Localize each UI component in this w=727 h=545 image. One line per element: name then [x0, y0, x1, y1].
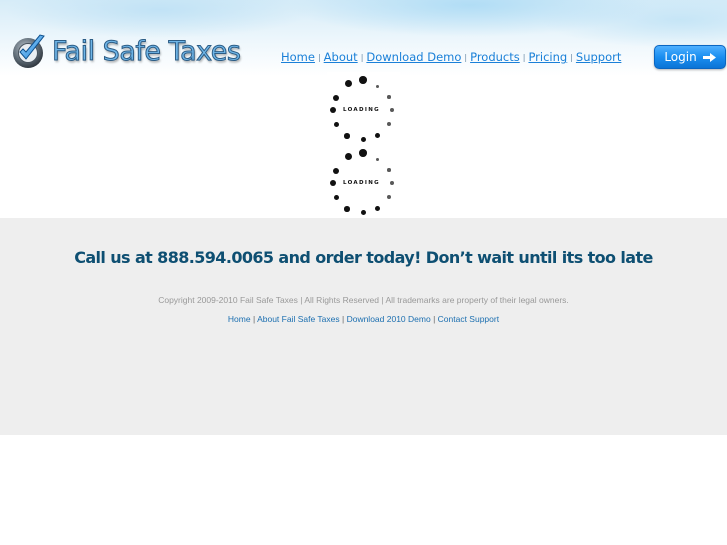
spinner-dot	[387, 195, 391, 199]
nav-products[interactable]: Products	[470, 50, 520, 64]
spinner-dot	[375, 84, 379, 88]
loading-label: LOADING	[343, 180, 380, 186]
spinner-dot	[374, 205, 380, 211]
copyright-text: Copyright 2009-2010 Fail Safe Taxes | Al…	[158, 295, 569, 305]
spinner-dot	[330, 107, 336, 113]
spinner-dot	[360, 209, 366, 215]
footer-link-home[interactable]: Home	[228, 314, 251, 324]
spinner-dot	[375, 157, 379, 161]
footer-link-about[interactable]: About Fail Safe Taxes	[257, 314, 340, 324]
loading-label: LOADING	[343, 107, 380, 113]
spinner-dot	[333, 168, 339, 174]
spinner-dot	[333, 194, 339, 200]
spinner-dot	[359, 76, 367, 84]
nav-about[interactable]: About	[324, 50, 358, 64]
nav-separator: |	[360, 53, 364, 62]
spinner-dot	[360, 136, 366, 142]
spinner-dot	[359, 149, 367, 157]
site-logo[interactable]: Fail Safe Taxes	[10, 30, 241, 72]
call-to-action: Call us at 888.594.0065 and order today!…	[74, 248, 653, 267]
spinner-dot	[344, 152, 352, 160]
spinner-dot	[387, 168, 391, 172]
spinner-dot	[387, 122, 391, 126]
spinner-dot	[390, 108, 394, 112]
nav-separator: |	[317, 53, 321, 62]
footer-separator: |	[433, 314, 436, 324]
loading-area: LOADING LOADING	[327, 72, 400, 218]
nav-separator: |	[522, 53, 526, 62]
footer-links: Home | About Fail Safe Taxes | Download …	[0, 314, 727, 324]
arrow-right-icon	[702, 52, 716, 62]
spinner-dot	[333, 95, 339, 101]
spinner-dot	[344, 79, 352, 87]
login-button[interactable]: Login	[654, 45, 726, 69]
nav-home[interactable]: Home	[281, 50, 315, 64]
main-nav: Home | About | Download Demo | Products | Pricin…	[281, 50, 621, 64]
site-footer: Call us at 888.594.0065 and order today!…	[0, 218, 727, 435]
spinner-dot	[344, 133, 350, 139]
nav-support[interactable]: Support	[576, 50, 621, 64]
nav-separator: |	[464, 53, 468, 62]
loading-spinner: LOADING	[327, 145, 400, 218]
checkmark-badge-icon	[13, 34, 45, 68]
site-header: Fail Safe Taxes Home | About | Download Demo…	[0, 0, 727, 76]
nav-pricing[interactable]: Pricing	[528, 50, 567, 64]
spinner-dot	[333, 121, 339, 127]
footer-separator: |	[341, 314, 345, 324]
spinner-dot	[390, 181, 394, 185]
spinner-dot	[344, 206, 350, 212]
loading-spinner: LOADING	[327, 72, 400, 145]
nav-download-demo[interactable]: Download Demo	[366, 50, 461, 64]
footer-separator: |	[252, 314, 256, 324]
nav-separator: |	[570, 53, 573, 62]
footer-link-contact-support[interactable]: Contact Support	[438, 314, 499, 324]
spinner-dot	[330, 180, 336, 186]
login-label: Login	[664, 50, 697, 64]
spinner-dot	[374, 132, 380, 138]
footer-link-download-demo[interactable]: Download 2010 Demo	[347, 314, 431, 324]
spinner-dot	[387, 95, 391, 99]
brand-name: Fail Safe Taxes	[51, 35, 241, 67]
